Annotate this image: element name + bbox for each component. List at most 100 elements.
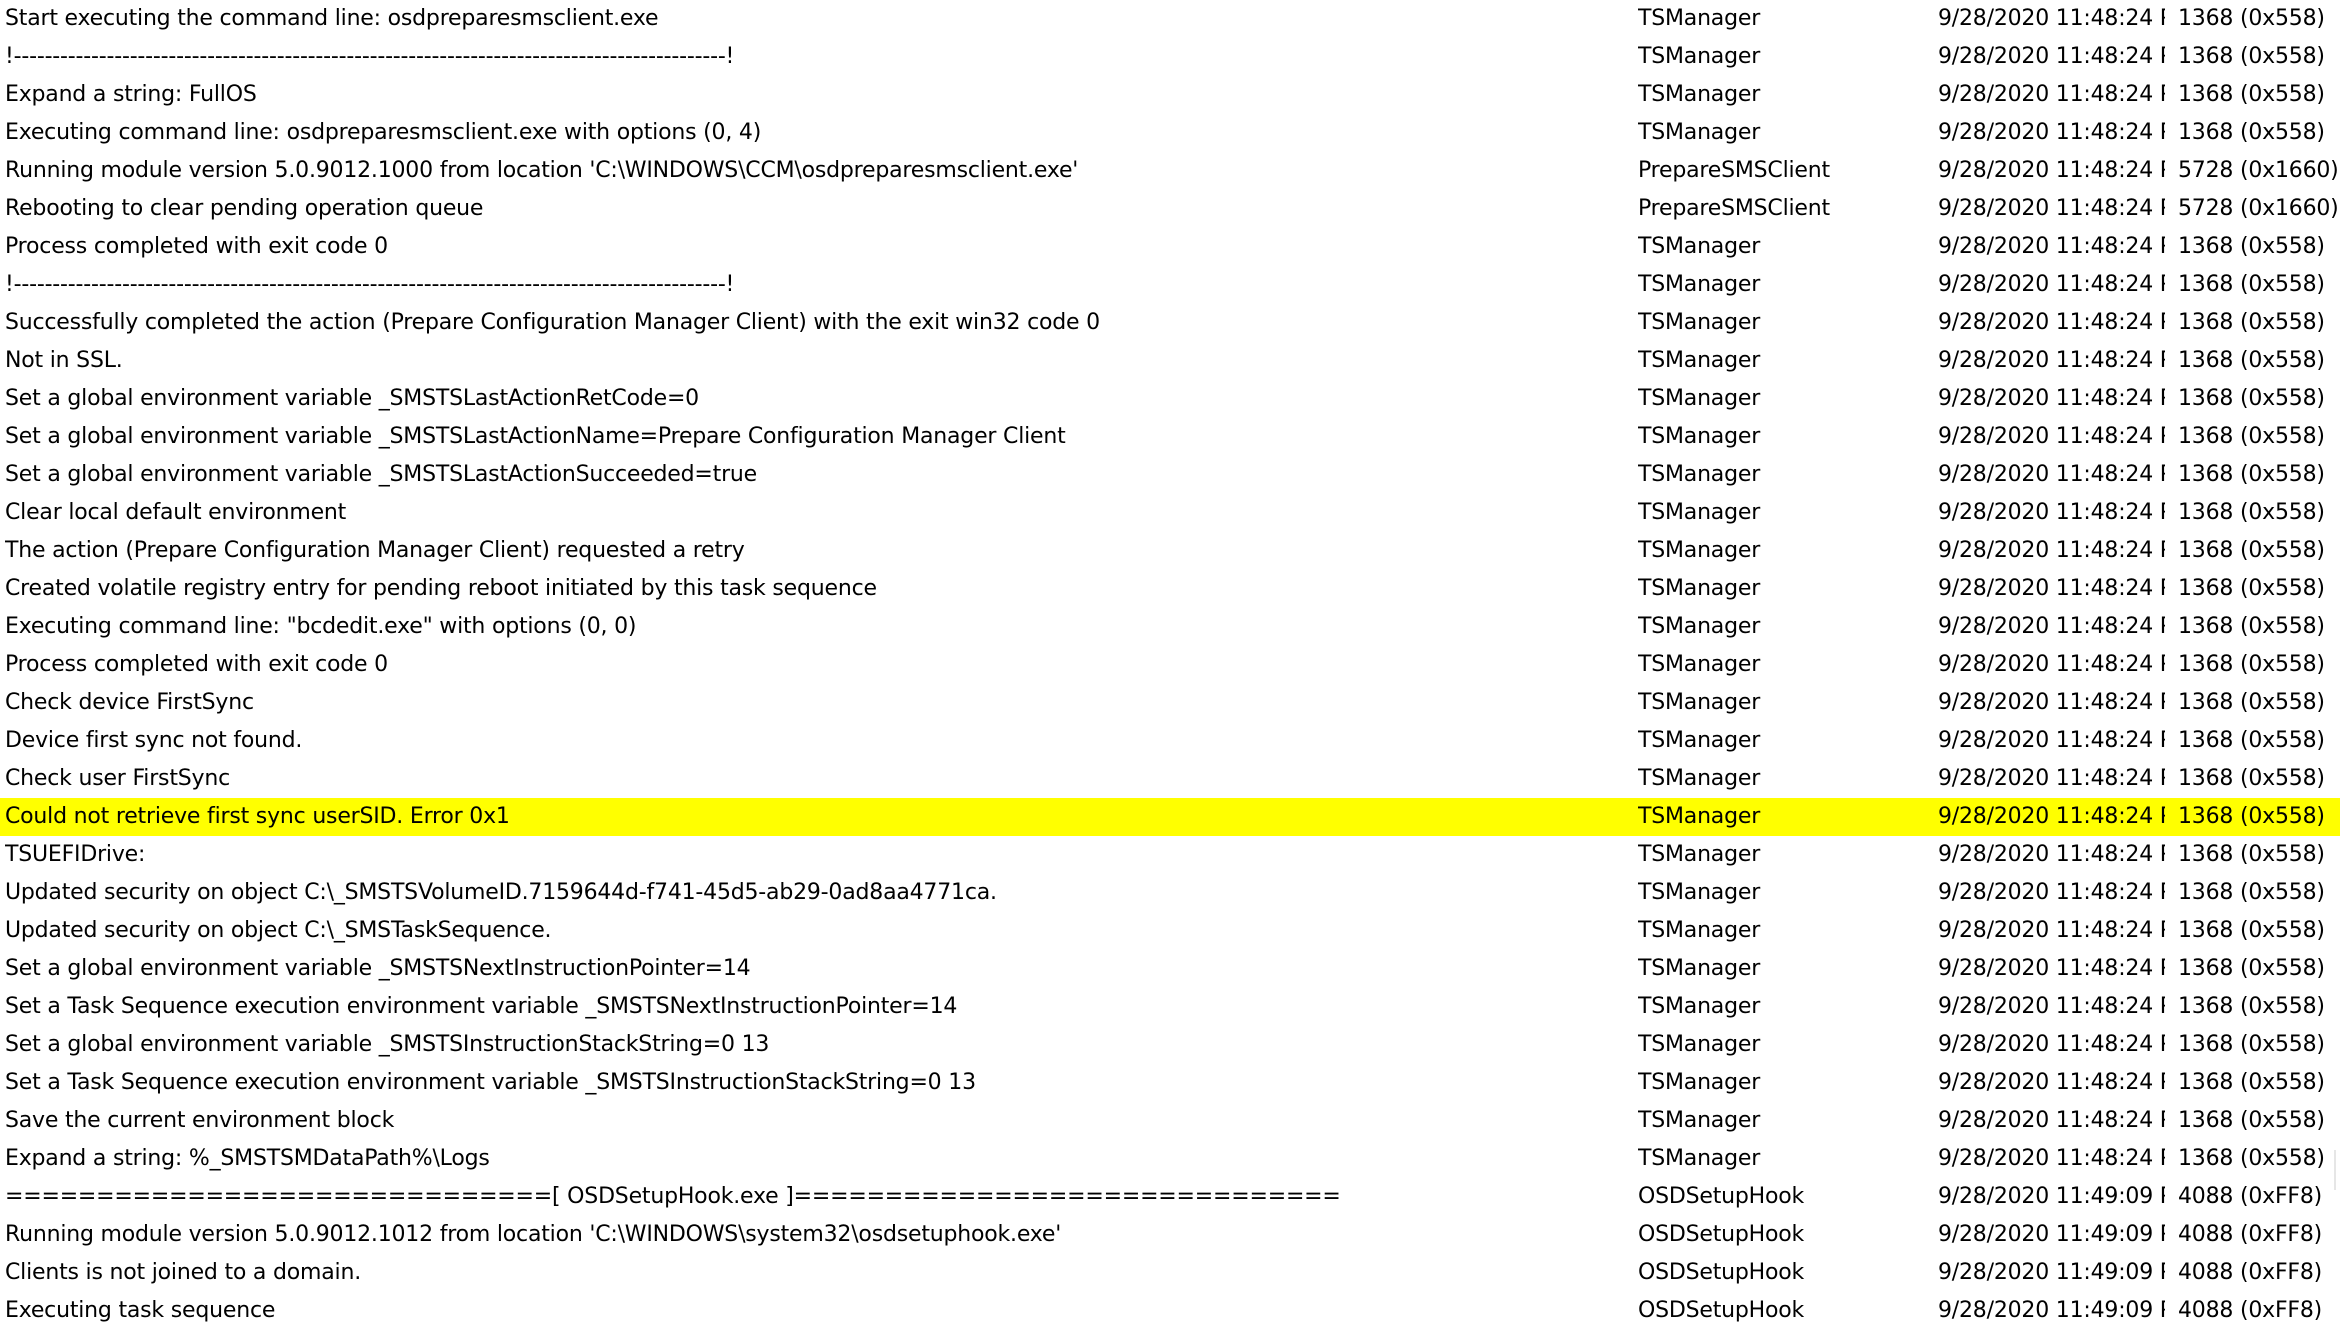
log-message: Executing command line: osdpreparesmscli… [5,120,762,145]
log-component: TSManager [1638,44,1761,69]
log-row[interactable]: Set a global environment variable _SMSTS… [0,456,2340,494]
log-timestamp: 9/28/2020 11:48:24 PM [1938,690,2165,715]
log-timestamp: 9/28/2020 11:48:24 PM [1938,842,2165,867]
log-component: TSManager [1638,348,1761,373]
log-row[interactable]: Updated security on object C:\_SMSTaskSe… [0,912,2340,950]
log-message: Device first sync not found. [5,728,303,753]
log-component: TSManager [1638,804,1761,829]
log-message: Rebooting to clear pending operation que… [5,196,484,221]
log-message: Updated security on object C:\_SMSTaskSe… [5,918,552,943]
log-timestamp: 9/28/2020 11:48:24 PM [1938,120,2165,145]
log-row[interactable]: The action (Prepare Configuration Manage… [0,532,2340,570]
log-list[interactable]: Start executing the command line: osdpre… [0,0,2340,1329]
log-row[interactable]: Not in SSL. TSManager 9/28/2020 11:48:24 P… [0,342,2340,380]
log-component: OSDSetupHook [1638,1222,1805,1247]
log-message: Set a global environment variable _SMSTS… [5,462,757,487]
log-component: TSManager [1638,310,1761,335]
log-row[interactable]: !---------------------------------------… [0,266,2340,304]
log-thread: 1368 (0x558) [2178,804,2325,829]
log-timestamp: 9/28/2020 11:48:24 PM [1938,1108,2165,1133]
log-message: Save the current environment block [5,1108,395,1133]
log-row[interactable]: TSUEFIDrive: TSManager 9/28/2020 11:48:24 … [0,836,2340,874]
scrollbar-edge[interactable] [2334,1150,2336,1190]
log-message: Clear local default environment [5,500,347,525]
log-thread: 4088 (0xFF8) [2178,1222,2323,1247]
log-row[interactable]: Clients is not joined to a domain. OSDSet… [0,1254,2340,1292]
log-thread: 1368 (0x558) [2178,766,2325,791]
log-thread: 1368 (0x558) [2178,690,2325,715]
log-row[interactable]: Executing task sequence OSDSetupHook 9/28/… [0,1292,2340,1329]
log-timestamp: 9/28/2020 11:49:09 PM [1938,1298,2165,1323]
log-component: TSManager [1638,842,1761,867]
log-row[interactable]: Save the current environment block TSMana… [0,1102,2340,1140]
log-message: The action (Prepare Configuration Manage… [5,538,745,563]
log-row[interactable]: Updated security on object C:\_SMSTSVolu… [0,874,2340,912]
log-timestamp: 9/28/2020 11:48:24 PM [1938,234,2165,259]
log-row[interactable]: Running module version 5.0.9012.1012 fro… [0,1216,2340,1254]
log-message: Set a global environment variable _SMSTS… [5,424,1066,449]
log-message: Could not retrieve first sync userSID. E… [5,804,510,829]
log-row[interactable]: Set a global environment variable _SMSTS… [0,380,2340,418]
log-row[interactable]: ==============================[ OSDSetup… [0,1178,2340,1216]
log-component: TSManager [1638,272,1761,297]
log-row[interactable]: Start executing the command line: osdpre… [0,0,2340,38]
log-row[interactable]: Expand a string: %_SMSTSMDataPath%\Logs T… [0,1140,2340,1178]
log-row[interactable]: Process completed with exit code 0 TSMana… [0,646,2340,684]
log-component: OSDSetupHook [1638,1260,1805,1285]
log-thread: 1368 (0x558) [2178,538,2325,563]
log-timestamp: 9/28/2020 11:48:24 PM [1938,44,2165,69]
log-thread: 1368 (0x558) [2178,576,2325,601]
log-message: TSUEFIDrive: [5,842,146,867]
log-component: TSManager [1638,1070,1761,1095]
log-thread: 1368 (0x558) [2178,842,2325,867]
log-row[interactable]: Process completed with exit code 0 TSMana… [0,228,2340,266]
log-thread: 5728 (0x1660) [2178,158,2338,183]
log-row[interactable]: Set a Task Sequence execution environmen… [0,988,2340,1026]
log-timestamp: 9/28/2020 11:49:09 PM [1938,1184,2165,1209]
log-row[interactable]: Executing command line: "bcdedit.exe" wi… [0,608,2340,646]
log-message: Set a Task Sequence execution environmen… [5,1070,976,1095]
log-timestamp: 9/28/2020 11:48:24 PM [1938,1070,2165,1095]
log-component: TSManager [1638,500,1761,525]
log-thread: 1368 (0x558) [2178,728,2325,753]
log-timestamp: 9/28/2020 11:48:24 PM [1938,196,2165,221]
log-row[interactable]: Running module version 5.0.9012.1000 fro… [0,152,2340,190]
log-component: TSManager [1638,690,1761,715]
log-row[interactable]: Device first sync not found. TSManager 9/2… [0,722,2340,760]
log-row[interactable]: Successfully completed the action (Prepa… [0,304,2340,342]
log-row[interactable]: Expand a string: FullOS TSManager 9/28/202… [0,76,2340,114]
log-row[interactable]: Set a global environment variable _SMSTS… [0,950,2340,988]
log-row[interactable]: Rebooting to clear pending operation que… [0,190,2340,228]
log-row[interactable]: Set a Task Sequence execution environmen… [0,1064,2340,1102]
log-row[interactable]: Set a global environment variable _SMSTS… [0,1026,2340,1064]
log-row[interactable]: !---------------------------------------… [0,38,2340,76]
log-timestamp: 9/28/2020 11:48:24 PM [1938,918,2165,943]
log-message: Process completed with exit code 0 [5,234,388,259]
log-message: Clients is not joined to a domain. [5,1260,361,1285]
log-component: TSManager [1638,956,1761,981]
log-row[interactable]: Executing command line: osdpreparesmscli… [0,114,2340,152]
log-thread: 1368 (0x558) [2178,272,2325,297]
log-timestamp: 9/28/2020 11:48:24 PM [1938,310,2165,335]
log-component: TSManager [1638,6,1761,31]
log-thread: 1368 (0x558) [2178,44,2325,69]
log-timestamp: 9/28/2020 11:48:24 PM [1938,880,2165,905]
log-row[interactable]: Check user FirstSync TSManager 9/28/2020 1… [0,760,2340,798]
log-message: Set a Task Sequence execution environmen… [5,994,958,1019]
log-component: TSManager [1638,880,1761,905]
log-row[interactable]: Check device FirstSync TSManager 9/28/2020… [0,684,2340,722]
log-row-highlighted[interactable]: Could not retrieve first sync userSID. E… [0,798,2340,836]
log-timestamp: 9/28/2020 11:48:24 PM [1938,766,2165,791]
log-component: TSManager [1638,538,1761,563]
log-thread: 1368 (0x558) [2178,1146,2325,1171]
log-message: Running module version 5.0.9012.1000 fro… [5,158,1079,183]
log-message: !---------------------------------------… [5,44,735,69]
log-message: Check user FirstSync [5,766,230,791]
log-thread: 5728 (0x1660) [2178,196,2338,221]
log-row[interactable]: Clear local default environment TSManager… [0,494,2340,532]
log-row[interactable]: Created volatile registry entry for pend… [0,570,2340,608]
log-timestamp: 9/28/2020 11:48:24 PM [1938,728,2165,753]
log-message: Successfully completed the action (Prepa… [5,310,1100,335]
log-component: TSManager [1638,576,1761,601]
log-row[interactable]: Set a global environment variable _SMSTS… [0,418,2340,456]
